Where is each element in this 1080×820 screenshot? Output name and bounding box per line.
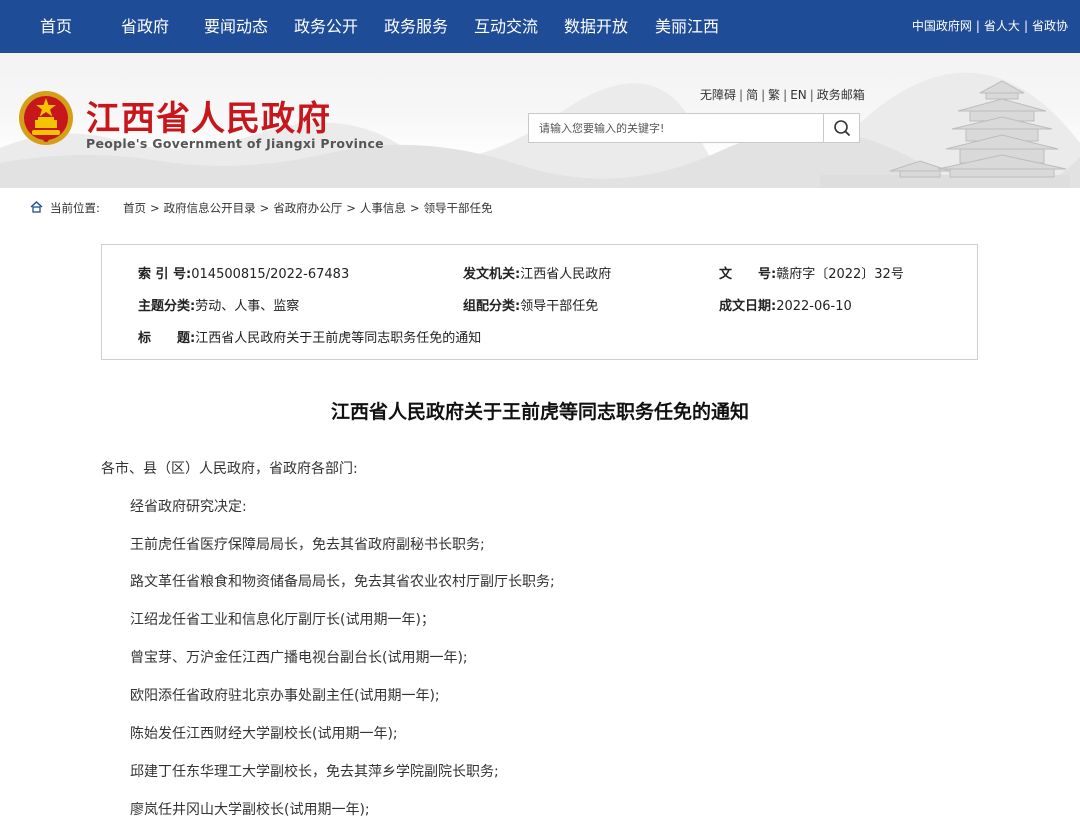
link-provincial-cppcc[interactable]: 省政协 [1032,19,1068,33]
article-paragraph: 王前虎任省医疗保障局局长，免去其省政府副秘书长职务; [130,537,485,553]
meta-value: 江西省人民政府 [520,267,612,282]
search-box [528,113,860,143]
article-paragraph: 邱建丁任东华理工大学副校长，免去其萍乡学院副院长职务; [130,764,499,780]
home-icon [30,201,43,213]
meta-title: 标 题:江西省人民政府关于王前虎等同志职务任免的通知 [138,327,481,346]
breadcrumb-label: 当前位置: [50,201,100,215]
article-paragraph: 廖岚任井冈山大学副校长(试用期一年); [130,802,370,818]
nav-item-open-data[interactable]: 数据开放 [564,0,628,53]
nav-item-interaction[interactable]: 互动交流 [474,0,538,53]
meta-label: 主题分类: [138,299,196,314]
site-subtitle: People's Government of Jiangxi Province [86,136,384,151]
meta-topic-category: 主题分类:劳动、人事、监察 [138,295,299,314]
meta-assembly-category: 组配分类:领导干部任免 [463,295,598,314]
breadcrumb-item-general-office[interactable]: 省政府办公厅 [273,201,342,215]
link-china-government[interactable]: 中国政府网 [912,19,972,33]
link-provincial-congress[interactable]: 省人大 [984,19,1020,33]
meta-label: 发文机关: [463,267,521,282]
document-metadata-box: 索 引 号:014500815/2022-67483 发文机关:江西省人民政府 … [101,244,978,360]
national-emblem-icon [19,91,73,145]
english-link[interactable]: EN [790,88,807,102]
meta-issuing-authority: 发文机关:江西省人民政府 [463,263,611,282]
accessibility-link[interactable]: 无障碍 [700,88,736,102]
breadcrumb-item-personnel-info[interactable]: 人事信息 [360,201,406,215]
site-title[interactable]: 江西省人民政府 [86,91,331,140]
breadcrumb-item-info-directory[interactable]: 政府信息公开目录 [164,201,256,215]
simplified-chinese-link[interactable]: 简 [746,88,758,102]
search-input[interactable] [529,114,823,142]
nav-item-beautiful-jiangxi[interactable]: 美丽江西 [655,0,719,53]
nav-item-news[interactable]: 要闻动态 [204,0,268,53]
divider: | [783,88,788,102]
meta-label: 文 号: [719,267,777,282]
breadcrumb-separator: > [346,201,356,215]
meta-value: 领导干部任免 [520,299,599,314]
nav-item-government-affairs[interactable]: 政务公开 [294,0,358,53]
top-nav-bar: 首页 省政府 要闻动态 政务公开 政务服务 互动交流 数据开放 美丽江西 中国政… [0,0,1080,53]
divider: | [1023,19,1028,33]
article-greeting: 各市、县（区）人民政府，省政府各部门: [101,461,358,477]
article-paragraph: 陈始发任江西财经大学副校长(试用期一年); [130,726,398,742]
meta-document-number: 文 号:赣府字〔2022〕32号 [719,263,904,282]
article-paragraph: 路文革任省粮食和物资储备局局长，免去其省农业农村厅副厅长职务; [130,574,555,590]
meta-label: 组配分类: [463,299,521,314]
divider: | [739,88,744,102]
meta-index-number: 索 引 号:014500815/2022-67483 [138,263,349,282]
meta-written-date: 成文日期:2022-06-10 [719,295,852,314]
meta-value: 劳动、人事、监察 [195,299,300,314]
breadcrumb-separator: > [150,201,160,215]
breadcrumb-separator: > [409,201,420,215]
header-banner: 江西省人民政府 People's Government of Jiangxi P… [0,53,1080,188]
breadcrumb-path: 首页 > 政府信息公开目录 > 省政府办公厅 > 人事信息 > 领导干部任免 [123,200,493,216]
breadcrumb-separator: > [259,201,270,215]
article-paragraph: 江绍龙任省工业和信息化厅副厅长(试用期一年)； [130,612,435,628]
meta-label: 索 引 号: [138,267,192,282]
breadcrumb-item-leader-appointments[interactable]: 领导干部任免 [424,201,493,215]
breadcrumb-item-home[interactable]: 首页 [123,201,146,215]
article-paragraph: 经省政府研究决定: [130,499,247,515]
nav-item-provincial-government[interactable]: 省政府 [121,0,169,53]
divider: | [975,19,980,33]
top-external-links: 中国政府网 | 省人大 | 省政协 [912,0,1068,53]
meta-value: 赣府字〔2022〕32号 [776,267,904,282]
article-paragraph: 曾宝芽、万沪金任江西广播电视台副台长(试用期一年); [130,650,468,666]
meta-label: 标 题: [138,331,196,346]
article-title: 江西省人民政府关于王前虎等同志职务任免的通知 [330,401,749,423]
meta-label: 成文日期: [719,299,777,314]
divider: | [809,88,814,102]
tengwang-pavilion-illustration [820,80,1070,188]
divider: | [761,88,766,102]
traditional-chinese-link[interactable]: 繁 [768,88,780,102]
nav-item-home[interactable]: 首页 [40,0,72,53]
nav-item-government-services[interactable]: 政务服务 [384,0,448,53]
meta-value: 2022-06-10 [776,299,852,314]
meta-value: 014500815/2022-67483 [191,267,350,282]
article-paragraph: 欧阳添任省政府驻北京办事处副主任(试用期一年); [130,688,440,704]
meta-value: 江西省人民政府关于王前虎等同志职务任免的通知 [195,331,482,346]
